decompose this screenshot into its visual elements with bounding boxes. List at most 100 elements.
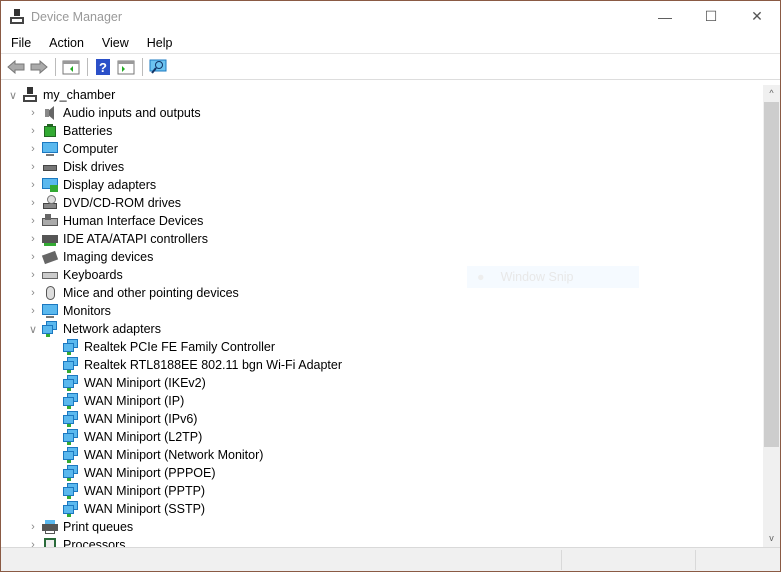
network-icon (63, 483, 79, 499)
tree-category[interactable]: › DVD/CD-ROM drives (28, 194, 181, 212)
chevron-right-icon[interactable]: › (28, 215, 38, 227)
minimize-button[interactable]: — (642, 1, 688, 32)
close-button[interactable]: ✕ (734, 1, 780, 32)
menu-action[interactable]: Action (39, 36, 92, 50)
disk-drive-icon (42, 159, 58, 175)
computer-icon (42, 141, 58, 157)
tree-category[interactable]: › IDE ATA/ATAPI controllers (28, 230, 208, 248)
keyboard-icon (42, 267, 58, 283)
tree-device[interactable]: WAN Miniport (IP) (63, 392, 184, 410)
show-hide-console-tree-icon[interactable] (60, 57, 82, 77)
tree-item-label: WAN Miniport (IP) (84, 394, 185, 408)
status-bar (1, 547, 780, 571)
chevron-down-icon[interactable]: ∨ (28, 323, 38, 336)
scrollbar-thumb[interactable] (764, 102, 779, 447)
tree-item-label: Audio inputs and outputs (63, 106, 201, 120)
vertical-scrollbar[interactable]: ^ v (763, 85, 780, 547)
monitor-icon (42, 303, 58, 319)
hid-icon (42, 213, 58, 229)
tree-item-label: Human Interface Devices (63, 214, 204, 228)
window-snip-overlay: ● Window Snip (467, 266, 639, 288)
chevron-right-icon[interactable]: › (28, 179, 38, 191)
maximize-button[interactable]: ☐ (688, 1, 734, 32)
toolbar-separator (87, 58, 88, 76)
tree-item-label: WAN Miniport (SSTP) (84, 502, 206, 516)
processor-icon (42, 537, 58, 547)
toolbar-separator (55, 58, 56, 76)
tree-device[interactable]: WAN Miniport (L2TP) (63, 428, 202, 446)
tree-category[interactable]: › Disk drives (28, 158, 124, 176)
snip-dot-icon: ● (477, 270, 485, 284)
chevron-down-icon[interactable]: ∨ (8, 89, 18, 102)
title-bar: Device Manager — ☐ ✕ (1, 1, 780, 32)
tree-category[interactable]: › Display adapters (28, 176, 156, 194)
chevron-right-icon[interactable]: › (28, 521, 38, 533)
tree-category[interactable]: › Batteries (28, 122, 112, 140)
tree-category[interactable]: › Audio inputs and outputs (28, 104, 201, 122)
help-icon[interactable]: ? (92, 57, 114, 77)
network-icon (63, 375, 79, 391)
network-icon (63, 429, 79, 445)
tree-category[interactable]: › Processors (28, 536, 126, 547)
printer-icon (42, 519, 58, 535)
network-icon (63, 447, 79, 463)
tree-device[interactable]: WAN Miniport (PPTP) (63, 482, 205, 500)
dvd-icon (42, 195, 58, 211)
chevron-right-icon[interactable]: › (28, 161, 38, 173)
tree-item-label: WAN Miniport (IPv6) (84, 412, 198, 426)
status-divider (695, 550, 696, 570)
tree-category[interactable]: › Mice and other pointing devices (28, 284, 239, 302)
forward-icon[interactable] (28, 57, 50, 77)
tree-category[interactable]: ∨ Network adapters (28, 320, 161, 338)
tree-item-label: WAN Miniport (IKEv2) (84, 376, 206, 390)
chevron-right-icon[interactable]: › (28, 269, 38, 281)
menu-view[interactable]: View (92, 36, 137, 50)
chevron-right-icon[interactable]: › (28, 125, 38, 137)
display-adapter-icon (42, 177, 58, 193)
network-icon (63, 501, 79, 517)
chevron-right-icon[interactable]: › (28, 287, 38, 299)
tree-category[interactable]: › Print queues (28, 518, 133, 536)
svg-text:?: ? (99, 60, 107, 75)
device-manager-window: Device Manager — ☐ ✕ File Action View He… (0, 0, 781, 572)
tree-item-label: Processors (63, 538, 126, 547)
scroll-up-icon[interactable]: ^ (763, 85, 780, 102)
tree-device[interactable]: WAN Miniport (IPv6) (63, 410, 197, 428)
tree-device[interactable]: WAN Miniport (PPPOE) (63, 464, 216, 482)
tree-device[interactable]: WAN Miniport (Network Monitor) (63, 446, 263, 464)
tree-root[interactable]: ∨ my_chamber (8, 86, 115, 104)
scroll-down-icon[interactable]: v (763, 530, 780, 547)
toolbar-separator (142, 58, 143, 76)
scan-hardware-icon[interactable] (147, 57, 169, 77)
chevron-right-icon[interactable]: › (28, 251, 38, 263)
menu-bar: File Action View Help (1, 32, 780, 54)
chevron-right-icon[interactable]: › (28, 539, 38, 547)
tree-device[interactable]: WAN Miniport (SSTP) (63, 500, 205, 518)
tree-item-label: Print queues (63, 520, 134, 534)
tree-item-label: Monitors (63, 304, 111, 318)
speaker-icon (42, 105, 58, 121)
tree-item-label: Display adapters (63, 178, 157, 192)
chevron-right-icon[interactable]: › (28, 233, 38, 245)
chevron-right-icon[interactable]: › (28, 197, 38, 209)
tree-category[interactable]: › Computer (28, 140, 118, 158)
tree-item-label: Disk drives (63, 160, 125, 174)
tree-category[interactable]: › Keyboards (28, 266, 123, 284)
tree-device[interactable]: WAN Miniport (IKEv2) (63, 374, 206, 392)
menu-file[interactable]: File (1, 36, 39, 50)
menu-help[interactable]: Help (137, 36, 181, 50)
tree-item-label: Realtek RTL8188EE 802.11 bgn Wi-Fi Adapt… (84, 358, 343, 372)
chevron-right-icon[interactable]: › (28, 305, 38, 317)
mouse-icon (42, 285, 58, 301)
network-icon (63, 411, 79, 427)
back-icon[interactable] (5, 57, 27, 77)
tree-device[interactable]: Realtek PCIe FE Family Controller (63, 338, 275, 356)
tree-category[interactable]: › Imaging devices (28, 248, 153, 266)
tree-device[interactable]: Realtek RTL8188EE 802.11 bgn Wi-Fi Adapt… (63, 356, 342, 374)
tree-category[interactable]: › Monitors (28, 302, 111, 320)
tree-category[interactable]: › Human Interface Devices (28, 212, 203, 230)
chevron-right-icon[interactable]: › (28, 143, 38, 155)
tree-item-label: WAN Miniport (Network Monitor) (84, 448, 264, 462)
chevron-right-icon[interactable]: › (28, 107, 38, 119)
action-pane-icon[interactable] (115, 57, 137, 77)
